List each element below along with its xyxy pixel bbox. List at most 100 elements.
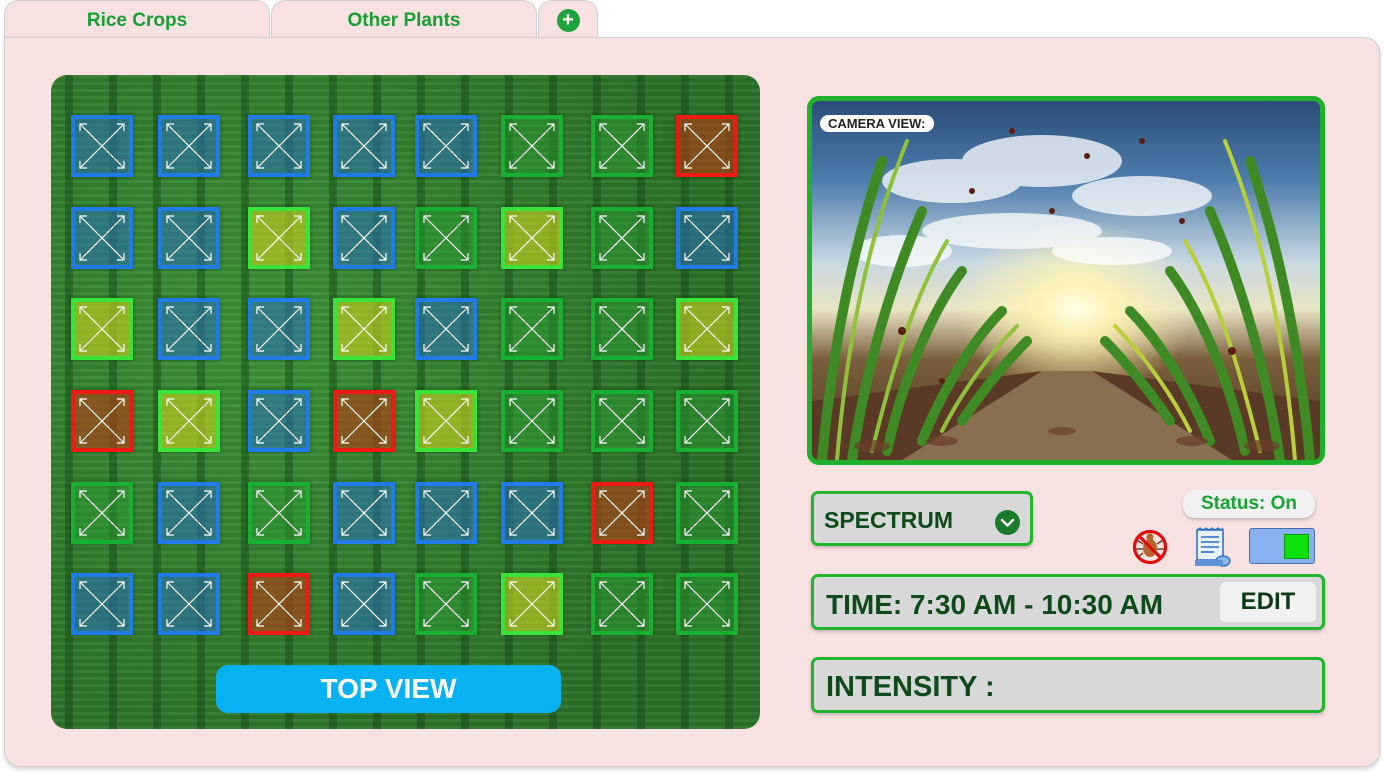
expand-icon	[256, 306, 302, 352]
expand-icon	[79, 490, 125, 536]
grid-cell-r2-c6[interactable]	[501, 207, 563, 269]
expand-icon	[166, 398, 212, 444]
grid-cell-r4-c2[interactable]	[158, 390, 220, 452]
grid-cell-r1-c1[interactable]	[71, 115, 133, 177]
expand-icon	[599, 398, 645, 444]
grid-cell-r3-c8[interactable]	[676, 298, 738, 360]
grid-cell-r5-c1[interactable]	[71, 482, 133, 544]
grid-cell-r4-c8[interactable]	[676, 390, 738, 452]
expand-icon	[509, 123, 555, 169]
expand-icon	[79, 581, 125, 627]
grid-cell-r3-c6[interactable]	[501, 298, 563, 360]
grid-cell-r1-c2[interactable]	[158, 115, 220, 177]
grid-cell-r6-c6[interactable]	[501, 573, 563, 635]
camera-view: CAMERA VIEW:	[807, 96, 1325, 465]
grid-cell-r3-c7[interactable]	[591, 298, 653, 360]
camera-image	[812, 128, 1320, 460]
grid-cell-r6-c8[interactable]	[676, 573, 738, 635]
spectrum-dropdown[interactable]: SPECTRUM	[811, 491, 1033, 546]
expand-icon	[166, 215, 212, 261]
expand-icon	[341, 490, 387, 536]
expand-icon	[684, 398, 730, 444]
edit-time-button[interactable]: EDIT	[1220, 582, 1316, 622]
expand-icon	[684, 215, 730, 261]
tab-label: Other Plants	[347, 9, 461, 31]
grid-cell-r3-c5[interactable]	[415, 298, 477, 360]
expand-icon	[341, 581, 387, 627]
grid-cell-r3-c2[interactable]	[158, 298, 220, 360]
grid-cell-r1-c4[interactable]	[333, 115, 395, 177]
receipt-icon[interactable]	[1192, 527, 1232, 567]
grid-cell-r6-c2[interactable]	[158, 573, 220, 635]
grid-cell-r5-c6[interactable]	[501, 482, 563, 544]
expand-icon	[166, 581, 212, 627]
tab-rice-crops[interactable]: Rice Crops	[4, 0, 270, 40]
expand-icon	[509, 215, 555, 261]
expand-icon	[79, 215, 125, 261]
expand-icon	[684, 123, 730, 169]
grid-cell-r3-c3[interactable]	[248, 298, 310, 360]
expand-icon	[509, 306, 555, 352]
expand-icon	[684, 306, 730, 352]
expand-icon	[256, 123, 302, 169]
grid-cell-r5-c5[interactable]	[415, 482, 477, 544]
grid-cell-r6-c1[interactable]	[71, 573, 133, 635]
intensity-field[interactable]: INTENSITY :	[811, 657, 1325, 713]
grid-cell-r4-c1[interactable]	[71, 390, 133, 452]
expand-icon	[341, 398, 387, 444]
chevron-down-icon[interactable]	[995, 510, 1020, 535]
expand-icon	[423, 306, 469, 352]
expand-icon	[79, 398, 125, 444]
grid-cell-r2-c7[interactable]	[591, 207, 653, 269]
expand-icon	[341, 306, 387, 352]
grid-cell-r6-c5[interactable]	[415, 573, 477, 635]
expand-icon	[256, 215, 302, 261]
expand-icon	[423, 581, 469, 627]
grid-cell-r5-c7[interactable]	[591, 482, 653, 544]
grid-cell-r1-c3[interactable]	[248, 115, 310, 177]
top-view-button[interactable]: TOP VIEW	[216, 665, 561, 713]
grid-cell-r5-c8[interactable]	[676, 482, 738, 544]
expand-icon	[256, 398, 302, 444]
expand-icon	[509, 398, 555, 444]
grid-cell-r5-c4[interactable]	[333, 482, 395, 544]
grid-cell-r3-c4[interactable]	[333, 298, 395, 360]
expand-icon	[79, 123, 125, 169]
expand-icon	[166, 123, 212, 169]
grid-cell-r4-c6[interactable]	[501, 390, 563, 452]
expand-icon	[341, 215, 387, 261]
grid-cell-r1-c7[interactable]	[591, 115, 653, 177]
expand-icon	[423, 490, 469, 536]
grid-cell-r3-c1[interactable]	[71, 298, 133, 360]
grid-cell-r4-c5[interactable]	[415, 390, 477, 452]
expand-icon	[79, 306, 125, 352]
grid-cell-r2-c5[interactable]	[415, 207, 477, 269]
expand-icon	[684, 490, 730, 536]
grid-cell-r1-c5[interactable]	[415, 115, 477, 177]
expand-icon	[599, 581, 645, 627]
expand-icon	[599, 490, 645, 536]
grid-cell-r5-c3[interactable]	[248, 482, 310, 544]
grid-cell-r6-c7[interactable]	[591, 573, 653, 635]
plus-icon: +	[556, 9, 580, 32]
toggle-knob	[1284, 534, 1309, 559]
grid-cell-r2-c2[interactable]	[158, 207, 220, 269]
grid-cell-r2-c4[interactable]	[333, 207, 395, 269]
grid-cell-r1-c6[interactable]	[501, 115, 563, 177]
tab-other-plants[interactable]: Other Plants	[271, 0, 537, 40]
grid-cell-r1-c8[interactable]	[676, 115, 738, 177]
grid-cell-r2-c1[interactable]	[71, 207, 133, 269]
grid-cell-r5-c2[interactable]	[158, 482, 220, 544]
grid-cell-r6-c4[interactable]	[333, 573, 395, 635]
add-tab-button[interactable]: +	[538, 0, 598, 40]
camera-view-label: CAMERA VIEW:	[820, 115, 934, 132]
grid-cell-r6-c3[interactable]	[248, 573, 310, 635]
grid-cell-r2-c3[interactable]	[248, 207, 310, 269]
grid-cell-r4-c4[interactable]	[333, 390, 395, 452]
grid-cell-r4-c7[interactable]	[591, 390, 653, 452]
no-pest-icon[interactable]	[1131, 529, 1169, 565]
expand-icon	[423, 398, 469, 444]
grid-cell-r4-c3[interactable]	[248, 390, 310, 452]
power-toggle-switch[interactable]	[1249, 528, 1315, 564]
grid-cell-r2-c8[interactable]	[676, 207, 738, 269]
